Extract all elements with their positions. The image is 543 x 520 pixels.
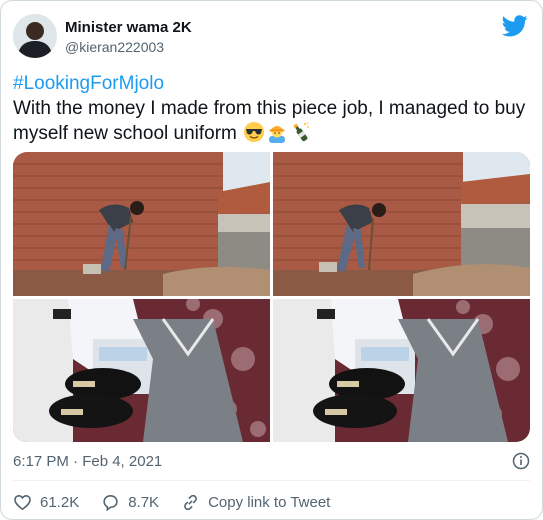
reply-icon [103,494,118,511]
author-display-name[interactable]: Minister wama 2K [65,19,192,36]
tweet-card[interactable]: Minister wama 2K @kieran222003 #LookingF… [0,0,543,520]
copy-link-label: Copy link to Tweet [208,493,331,511]
photo-3[interactable] [13,299,270,442]
photo-1[interactable] [13,152,270,296]
media-grid[interactable] [13,152,530,442]
smiling-face-with-sunglasses-icon [244,122,265,142]
tweet-text: #LookingForMjolo With the money I made f… [13,71,528,146]
avatar[interactable] [13,14,57,58]
heart-icon [14,494,31,510]
info-icon[interactable] [512,452,530,470]
construction-worker-icon [269,126,286,143]
photo-2[interactable] [273,152,530,296]
champagne-bottle-icon [293,122,310,142]
divider [13,480,530,481]
twitter-bird-icon[interactable] [502,15,528,37]
action-bar: 61.2K 8.7K Copy link to Tweet [13,491,352,513]
link-icon [184,494,197,510]
reply-count: 8.7K [128,493,160,511]
like-button[interactable]: 61.2K [13,493,79,512]
like-count: 61.2K [40,493,80,511]
timestamp[interactable]: 6:17 PM · Feb 4, 2021 [13,453,162,470]
copy-link-button[interactable]: Copy link to Tweet [181,493,330,512]
photo-4[interactable] [273,299,530,442]
author-handle[interactable]: @kieran222003 [65,39,164,55]
hashtag-link[interactable]: #LookingForMjolo [13,73,164,94]
reply-button[interactable]: 8.7K [101,493,159,512]
